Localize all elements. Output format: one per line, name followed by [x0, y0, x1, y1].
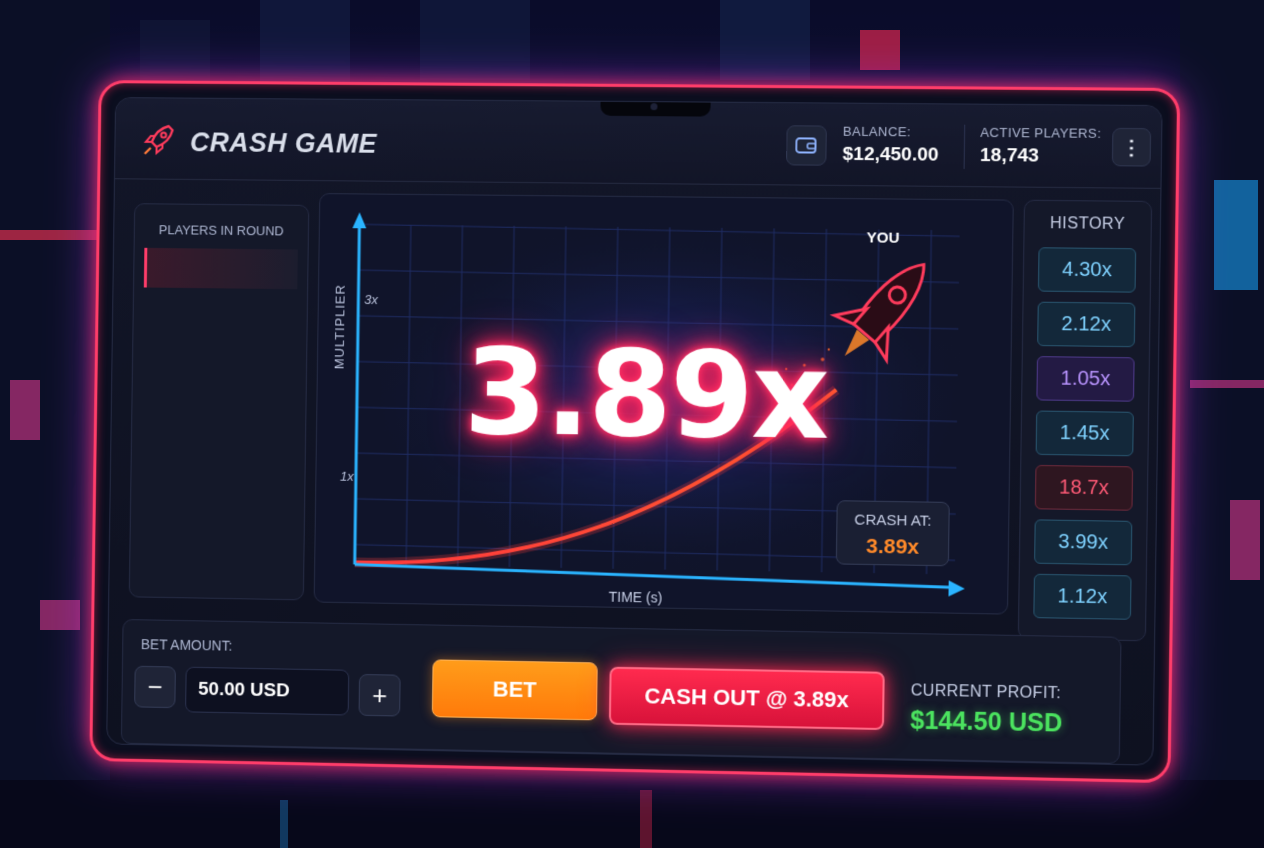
- history-item: 1.45x: [1035, 410, 1134, 457]
- you-marker-label: YOU: [866, 229, 900, 247]
- header-divider: [963, 124, 966, 169]
- bet-amount-label: BET AMOUNT:: [140, 636, 233, 654]
- history-item: 18.7x: [1034, 464, 1134, 511]
- history-item: 2.12x: [1037, 301, 1136, 348]
- player-row: [143, 247, 298, 290]
- current-multiplier: 3.89x: [463, 323, 829, 467]
- app-title: CRASH GAME: [189, 127, 378, 159]
- crash-at-value: 3.89x: [865, 534, 920, 559]
- y-axis-label: MULTIPLIER: [331, 284, 348, 370]
- players-panel: PLAYERS IN ROUND: [128, 203, 310, 601]
- cash-out-button[interactable]: CASH OUT @ 3.89x: [608, 666, 885, 731]
- camera-notch: [600, 97, 711, 117]
- bet-button[interactable]: BET: [431, 659, 598, 721]
- active-players-label: ACTIVE PLAYERS:: [980, 124, 1102, 141]
- decrease-bet-button[interactable]: −: [134, 665, 176, 709]
- history-panel: HISTORY 4.30x 2.12x 1.05x 1.45x 18.7x 3.99x 1.…: [1017, 199, 1153, 642]
- history-item: 1.12x: [1033, 573, 1132, 620]
- history-item: 1.05x: [1036, 356, 1135, 402]
- logo: CRASH GAME: [139, 120, 378, 167]
- history-title: HISTORY: [1049, 215, 1126, 233]
- y-tick-3x: 3x: [364, 291, 378, 308]
- crash-at-box: CRASH AT: 3.89x: [835, 500, 950, 567]
- balance-label: BALANCE:: [842, 123, 912, 140]
- kebab-menu-icon[interactable]: ⋮: [1111, 127, 1152, 167]
- history-item: 3.99x: [1034, 519, 1133, 566]
- current-profit-label: CURRENT PROFIT:: [910, 682, 1062, 703]
- tablet-frame: CRASH GAME BALANCE: $12,450.00 ACTIVE PL…: [89, 80, 1181, 784]
- current-profit-value: $144.50 USD: [910, 706, 1063, 738]
- rocket-icon: [139, 120, 179, 165]
- increase-bet-button[interactable]: +: [358, 673, 401, 717]
- game-screen: CRASH GAME BALANCE: $12,450.00 ACTIVE PL…: [106, 97, 1163, 766]
- balance-value: $12,450.00: [842, 143, 939, 166]
- history-item: 4.30x: [1037, 247, 1137, 293]
- bet-amount-input[interactable]: 50.00 USD: [185, 666, 350, 716]
- active-players-value: 18,743: [979, 144, 1040, 167]
- bet-controls: BET AMOUNT: − 50.00 USD + BET CASH OUT @…: [120, 618, 1122, 764]
- players-panel-title: PLAYERS IN ROUND: [158, 222, 284, 239]
- crash-at-label: CRASH AT:: [854, 511, 932, 530]
- multiplier-graph: 3x 1x MULTIPLIER TIME (s) YOU 3.89x CRAS…: [313, 193, 1014, 615]
- y-tick-1x: 1x: [339, 468, 354, 484]
- x-axis-label: TIME (s): [608, 588, 663, 606]
- wallet-icon[interactable]: [786, 125, 827, 166]
